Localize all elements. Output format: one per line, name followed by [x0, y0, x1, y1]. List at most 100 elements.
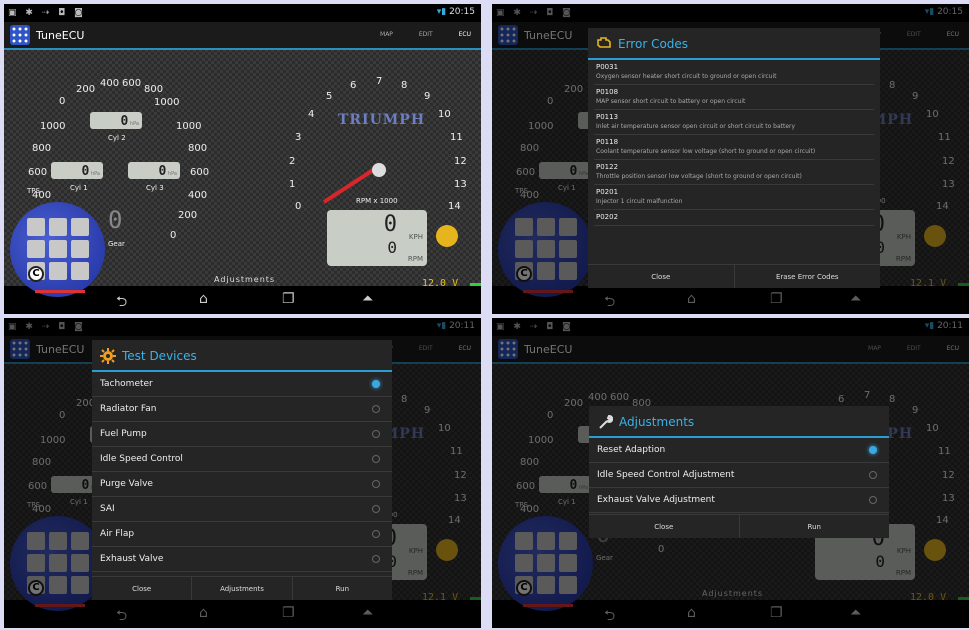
adjustment-option[interactable]: Idle Speed Control Adjustment [589, 463, 889, 488]
arc-label: 200 [76, 84, 96, 95]
test-device-option[interactable]: Exhaust Valve [92, 547, 392, 572]
scale-label: 1000 [40, 121, 66, 132]
lcd-unit: hPa [129, 121, 139, 127]
tps-label: TPS [27, 187, 40, 195]
cyl1-lcd: 0 hPa [51, 162, 103, 179]
radio-button[interactable] [372, 555, 380, 563]
error-description: MAP sensor short circuit to battery or o… [596, 98, 746, 105]
adjustment-option[interactable]: Exhaust Valve Adjustment [589, 488, 889, 513]
error-code: P0122 [596, 163, 619, 171]
back-icon[interactable]: ⮌ [116, 291, 127, 314]
scale-label: 1000 [176, 121, 202, 132]
test-devices-dialog: Test Devices Tachometer Radiator Fan Fuel P… [92, 340, 392, 600]
needle-hub [372, 163, 386, 177]
radio-button[interactable] [372, 530, 380, 538]
radio-button[interactable] [869, 471, 877, 479]
scale-label: 400 [188, 190, 208, 201]
error-code-item[interactable]: P0113 Inlet air temperature sensor open c… [594, 110, 874, 135]
rpm-unit: RPM [407, 255, 423, 263]
adjustments-button[interactable]: Adjustments [192, 577, 293, 600]
status-right: ▾▮ 20:15 [436, 7, 475, 17]
rpm-label: 4 [308, 109, 315, 120]
menu-icon[interactable]: ⏶ [362, 291, 373, 307]
error-code-item[interactable]: P0201 Injector 1 circuit malfunction [594, 185, 874, 210]
error-code-item[interactable]: P0031 Oxygen sensor heater short circuit … [594, 60, 874, 85]
recents-icon[interactable]: ❐ [282, 291, 295, 307]
rpm-label: 10 [438, 109, 451, 120]
error-codes-screen: ▣ ✱ ⇢ ◘ ◙ ▾▮ 20:15 TuneECU MAP EDIT ECU … [492, 4, 969, 314]
radio-button[interactable] [372, 505, 380, 513]
error-code: P0031 [596, 63, 619, 71]
gear-label: Gear [108, 240, 125, 248]
triumph-logo: TRIUMPH [338, 112, 426, 128]
arc-label: 1000 [154, 97, 180, 108]
app-grid-icon[interactable] [10, 25, 30, 45]
close-button[interactable]: Close [588, 265, 735, 288]
dashboard-screen: ▣ ✱ ⇢ ◘ ◙ ▾▮ 20:15 TuneECU MAP EDIT ECU … [4, 4, 481, 314]
dialog-title: Adjustments [619, 415, 695, 429]
rpm-label: 0 [295, 201, 302, 212]
option-label: Reset Adaption [597, 445, 666, 455]
radio-button[interactable] [372, 430, 380, 438]
dialog-buttons: Close Erase Error Codes [588, 264, 880, 288]
error-code-item[interactable]: P0122 Throttle position sensor low voltag… [594, 160, 874, 185]
adjustments-screen: ▣ ✱ ⇢ ◘ ◙ ▾▮ 20:11 TuneECU MAP EDIT ECU … [492, 318, 969, 628]
option-label: Exhaust Valve [100, 554, 164, 564]
engine-warning-icon [596, 36, 612, 50]
adjustments-dialog: Adjustments Reset Adaption Idle Speed Cont… [589, 406, 889, 538]
option-label: Air Flap [100, 529, 135, 539]
dialog-header: Error Codes [588, 28, 880, 60]
error-code-item[interactable]: P0202 [594, 210, 874, 226]
close-button[interactable]: Close [92, 577, 193, 600]
scale-label: 200 [178, 210, 198, 221]
test-device-option[interactable]: Air Flap [92, 522, 392, 547]
gear-icon [100, 348, 116, 364]
copyright-icon: C [28, 266, 44, 282]
dialog-buttons: Close Adjustments Run [92, 576, 392, 600]
lcd-unit: hPa [167, 171, 177, 177]
cyl2-lcd: 0 hPa [90, 112, 142, 129]
radio-button[interactable] [372, 455, 380, 463]
cyl2-label: Cyl 2 [108, 134, 126, 142]
test-device-option[interactable]: Fuel Pump [92, 422, 392, 447]
rpm-label: 5 [326, 91, 333, 102]
tab-edit[interactable]: EDIT [419, 31, 433, 38]
rpm-label: 6 [350, 80, 357, 91]
tab-bar: MAP EDIT ECU [356, 31, 471, 38]
test-device-option[interactable]: Idle Speed Control [92, 447, 392, 472]
error-code-item[interactable]: P0108 MAP sensor short circuit to battery… [594, 85, 874, 110]
test-devices-screen: ▣ ✱ ⇢ ◘ ◙ ▾▮ 20:11 TuneECU MAP EDIT ECU … [4, 318, 481, 628]
error-code: P0202 [596, 213, 619, 221]
error-code: P0201 [596, 188, 619, 196]
scale-label: 800 [32, 143, 52, 154]
option-label: Idle Speed Control [100, 454, 183, 464]
radio-button[interactable] [372, 405, 380, 413]
tab-ecu[interactable]: ECU [459, 31, 471, 38]
home-icon[interactable]: ⌂ [199, 291, 208, 307]
option-label: Radiator Fan [100, 404, 157, 414]
radio-button[interactable] [869, 446, 877, 454]
radio-button[interactable] [372, 380, 380, 388]
logo-red-text [35, 290, 85, 293]
rpm-label: 7 [376, 76, 383, 87]
scale-label: 800 [188, 143, 208, 154]
test-device-option[interactable]: Purge Valve [92, 472, 392, 497]
adjustments-link[interactable]: Adjustments [214, 275, 275, 284]
adjustment-option[interactable]: Reset Adaption [589, 438, 889, 463]
option-label: Fuel Pump [100, 429, 147, 439]
run-button[interactable]: Run [293, 577, 392, 600]
rpm-value: 0 [387, 238, 397, 257]
radio-button[interactable] [372, 480, 380, 488]
erase-error-codes-button[interactable]: Erase Error Codes [735, 265, 881, 288]
test-device-option[interactable]: SAI [92, 497, 392, 522]
run-button[interactable]: Run [740, 515, 890, 538]
close-button[interactable]: Close [589, 515, 740, 538]
error-code-item[interactable]: P0118 Coolant temperature sensor low volt… [594, 135, 874, 160]
radio-button[interactable] [869, 496, 877, 504]
option-label: Purge Valve [100, 479, 153, 489]
test-device-option[interactable]: Tachometer [92, 372, 392, 397]
dialog-buttons: Close Run [589, 514, 889, 538]
error-description: Injector 1 circuit malfunction [596, 198, 683, 205]
test-device-option[interactable]: Radiator Fan [92, 397, 392, 422]
tab-map[interactable]: MAP [380, 31, 393, 38]
